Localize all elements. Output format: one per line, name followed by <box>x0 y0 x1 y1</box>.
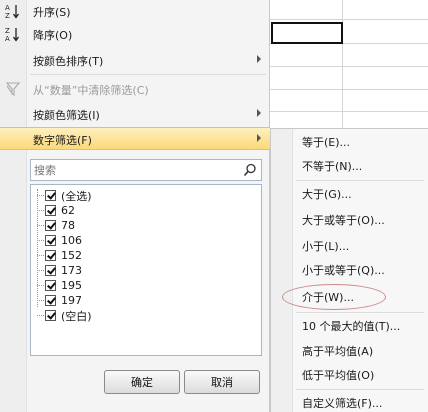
clear-filter-icon <box>5 82 21 96</box>
checkbox[interactable] <box>45 250 56 261</box>
submenu-item-not-equals[interactable]: 不等于(N)... <box>302 158 362 176</box>
list-item-label: 197 <box>61 294 82 307</box>
checkbox[interactable] <box>45 220 56 231</box>
list-item[interactable]: 173 <box>37 263 82 278</box>
sort-descending-icon: Z A <box>5 27 20 43</box>
submenu-item-greater-or-equal[interactable]: 大于或等于(O)... <box>302 212 385 230</box>
filter-values-list[interactable]: (全选) 62 78 106 152 173 195 197 (空白) <box>30 184 262 356</box>
tree-tick <box>37 240 44 241</box>
spreadsheet-grid <box>268 0 428 132</box>
list-item-label: 173 <box>61 264 82 277</box>
filter-dropdown-menu: A Z 升序(S) Z A 降序(O) 按颜色排序(T) 从“数量”中清除筛选(… <box>0 0 270 412</box>
submenu-arrow-icon <box>257 134 261 142</box>
tree-tick <box>37 315 44 316</box>
menu-item-number-filters[interactable]: 数字筛选(F) <box>0 127 270 150</box>
list-item[interactable]: 195 <box>37 278 82 293</box>
list-item[interactable]: 152 <box>37 248 82 263</box>
menu-separator <box>30 74 266 75</box>
submenu-item-custom-filter[interactable]: 自定义筛选(F)... <box>302 395 382 412</box>
list-item-label: 62 <box>61 204 75 217</box>
checkbox[interactable] <box>45 235 56 246</box>
ok-button[interactable]: 确定 <box>104 370 180 394</box>
svg-text:A: A <box>5 35 10 43</box>
submenu-arrow-icon <box>257 55 261 63</box>
list-item-label: 195 <box>61 279 82 292</box>
clear-filter-label: 从“数量”中清除筛选(C) <box>33 84 149 97</box>
tree-tick <box>37 285 44 286</box>
list-item[interactable]: 106 <box>37 233 82 248</box>
submenu-item-top-10[interactable]: 10 个最大的值(T)... <box>302 318 400 336</box>
submenu-arrow-icon <box>257 109 261 117</box>
number-filters-label: 数字筛选(F) <box>33 134 92 147</box>
tree-line <box>37 189 38 307</box>
filter-by-color-label: 按颜色筛选(I) <box>33 109 100 122</box>
submenu-separator <box>296 389 424 390</box>
tree-tick <box>37 210 44 211</box>
svg-text:A: A <box>5 4 10 12</box>
list-item[interactable]: 78 <box>37 218 75 233</box>
search-box[interactable] <box>30 159 262 181</box>
highlight-circle <box>282 284 386 310</box>
sort-descending-label: 降序(O) <box>33 29 73 42</box>
tree-tick <box>37 195 44 196</box>
svg-text:Z: Z <box>5 27 10 35</box>
checkbox[interactable] <box>45 295 56 306</box>
submenu-separator <box>296 180 424 181</box>
search-input[interactable] <box>34 162 234 178</box>
submenu-item-greater-than[interactable]: 大于(G)... <box>302 186 352 204</box>
tree-tick <box>37 255 44 256</box>
list-item-label: (空白) <box>61 309 92 323</box>
list-item-label: 78 <box>61 219 75 232</box>
submenu-item-less-or-equal[interactable]: 小于或等于(Q)... <box>302 262 385 280</box>
list-item[interactable]: (全选) <box>37 188 92 203</box>
cancel-button[interactable]: 取消 <box>184 370 260 394</box>
sort-ascending-icon: A Z <box>5 4 20 20</box>
submenu-item-below-average[interactable]: 低于平均值(O) <box>302 367 374 385</box>
list-item[interactable]: 197 <box>37 293 82 308</box>
checkbox[interactable] <box>45 190 56 201</box>
checkbox[interactable] <box>45 205 56 216</box>
selected-cell[interactable] <box>271 22 343 44</box>
submenu-separator <box>296 312 424 313</box>
submenu-item-equals[interactable]: 等于(E)... <box>302 134 350 152</box>
sort-by-color-label: 按颜色排序(T) <box>33 55 104 68</box>
list-item[interactable]: (空白) <box>37 308 92 323</box>
submenu-item-above-average[interactable]: 高于平均值(A) <box>302 343 373 361</box>
menu-item-sort-descending[interactable]: Z A 降序(O) <box>0 23 270 45</box>
search-icon[interactable] <box>243 163 257 177</box>
checkbox[interactable] <box>45 280 56 291</box>
submenu-icon-column <box>271 129 293 412</box>
tree-tick <box>37 270 44 271</box>
list-item-label: 106 <box>61 234 82 247</box>
checkbox[interactable] <box>45 265 56 276</box>
menu-item-filter-by-color[interactable]: 按颜色筛选(I) <box>0 103 270 125</box>
tree-tick <box>37 300 44 301</box>
tree-tick <box>37 225 44 226</box>
menu-item-sort-by-color[interactable]: 按颜色排序(T) <box>0 49 270 71</box>
list-item[interactable]: 62 <box>37 203 75 218</box>
sort-ascending-label: 升序(S) <box>33 6 71 19</box>
svg-text:Z: Z <box>5 12 10 20</box>
submenu-item-less-than[interactable]: 小于(L)... <box>302 238 349 256</box>
menu-item-clear-filter[interactable]: 从“数量”中清除筛选(C) <box>0 78 270 100</box>
checkbox[interactable] <box>45 310 56 321</box>
list-item-label: (全选) <box>61 189 92 203</box>
list-item-label: 152 <box>61 249 82 262</box>
menu-item-sort-ascending[interactable]: A Z 升序(S) <box>0 0 270 22</box>
